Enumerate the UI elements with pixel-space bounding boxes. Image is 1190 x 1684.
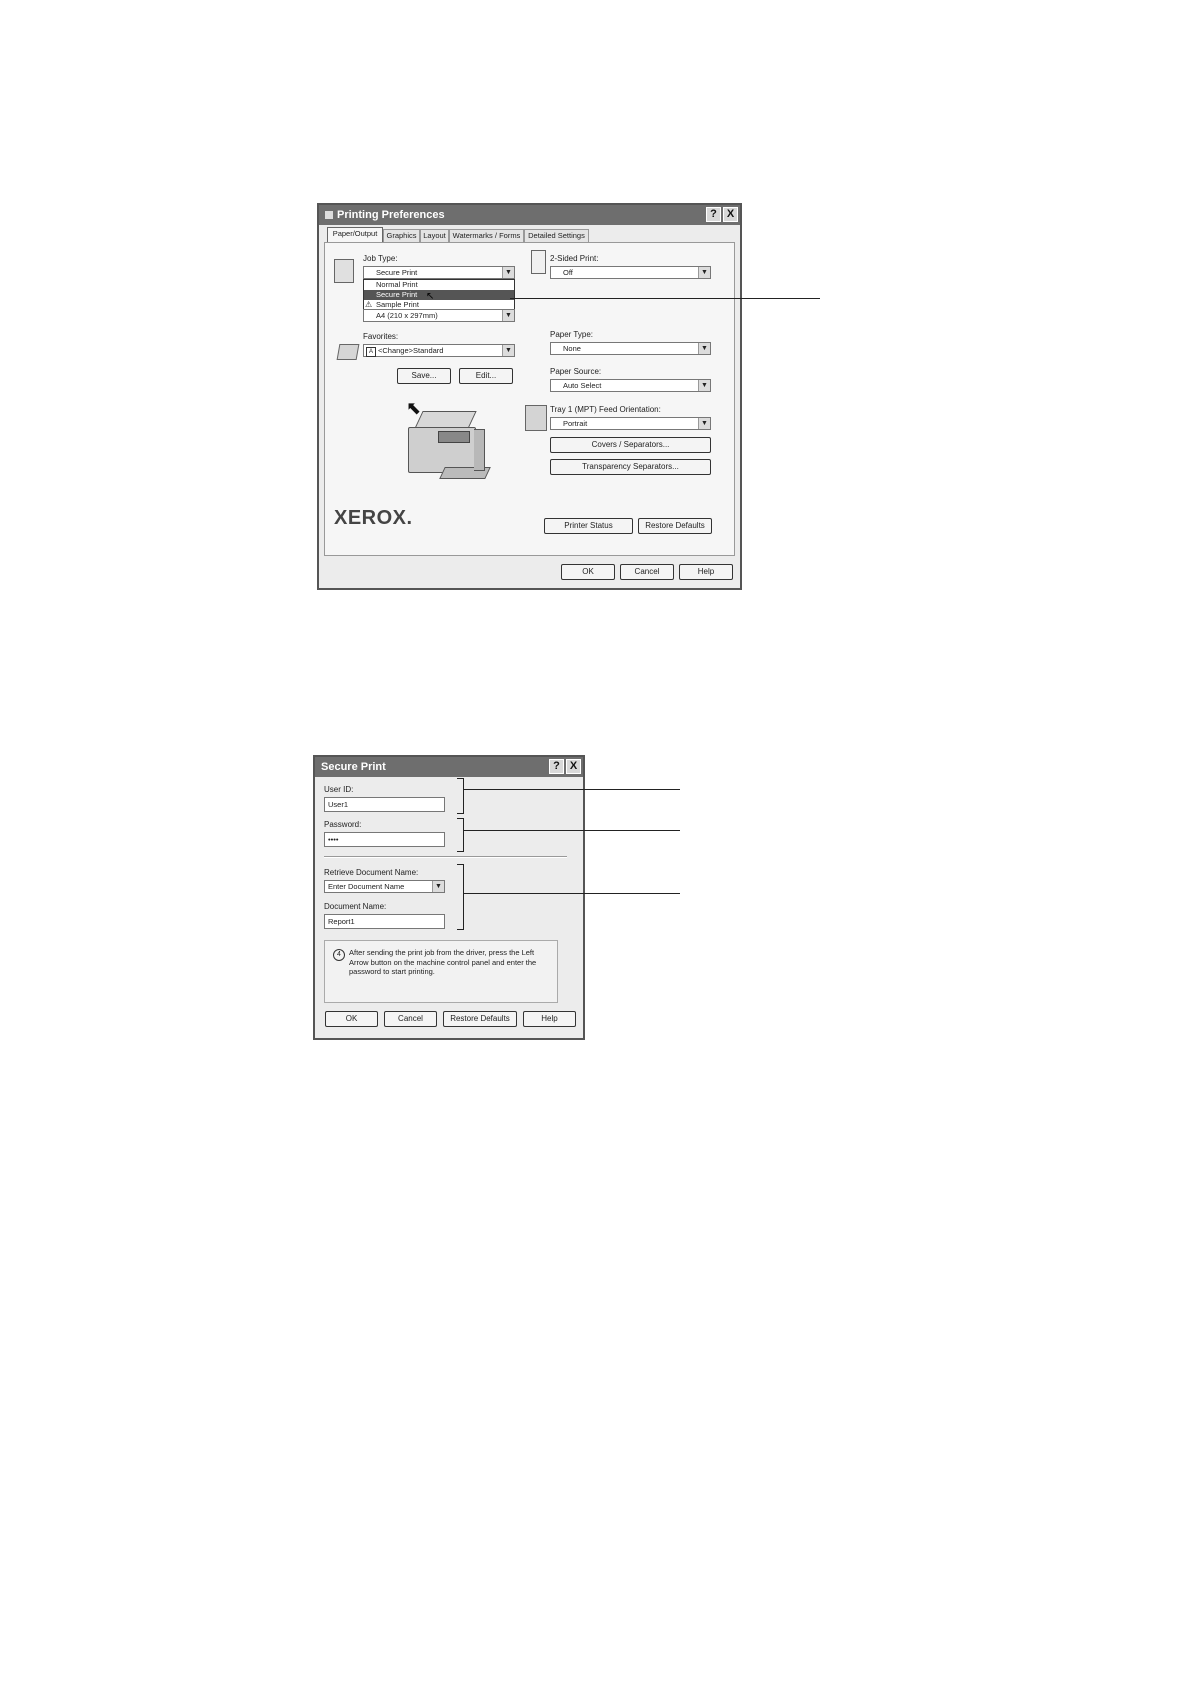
ok-button[interactable]: OK (325, 1011, 378, 1027)
paper-size-value: A4 (210 x 297mm) (376, 311, 438, 320)
paper-source-label: Paper Source: (550, 367, 602, 376)
job-type-icon (334, 259, 354, 283)
retrieve-document-name-value: Enter Document Name (328, 882, 405, 891)
tab-graphics[interactable]: Graphics (383, 229, 420, 242)
close-button[interactable]: X (566, 759, 581, 774)
bracket-user-id (457, 778, 464, 814)
callout-line (464, 830, 680, 831)
close-button[interactable]: X (723, 207, 738, 222)
info-icon: 4 (333, 949, 345, 961)
job-type-dropdown-list: Normal Print Secure Print Sample Print ⚠… (363, 279, 515, 310)
chevron-down-icon[interactable]: ▼ (698, 418, 710, 429)
paper-type-label: Paper Type: (550, 330, 593, 339)
paper-source-select[interactable]: Auto Select ▼ (550, 379, 711, 392)
favorites-label: Favorites: (363, 332, 399, 341)
chevron-down-icon[interactable]: ▼ (432, 881, 444, 892)
dialog-title: Secure Print (321, 761, 386, 773)
save-button[interactable]: Save... (397, 368, 451, 384)
mouse-cursor-icon: ↖ (426, 291, 435, 302)
paper-output-panel: Job Type: Secure Print ▼ Normal Print Se… (324, 242, 735, 556)
job-type-select[interactable]: Secure Print ▼ (363, 266, 515, 279)
cancel-button[interactable]: Cancel (384, 1011, 437, 1027)
covers-separators-button[interactable]: Covers / Separators... (550, 437, 711, 453)
ok-button[interactable]: OK (561, 564, 615, 580)
two-sided-value: Off (563, 268, 573, 277)
password-label: Password: (324, 820, 362, 829)
document-name-label: Document Name: (324, 902, 387, 911)
printer-status-button[interactable]: Printer Status (544, 518, 633, 534)
printing-preferences-dialog: Printing Preferences ? X Paper/Output Gr… (317, 203, 742, 590)
retrieve-document-name-label: Retrieve Document Name: (324, 868, 419, 877)
info-text: After sending the print job from the dri… (349, 948, 537, 976)
two-sided-select[interactable]: Off ▼ (550, 266, 711, 279)
paper-type-select[interactable]: None ▼ (550, 342, 711, 355)
bracket-document (457, 864, 464, 930)
secure-print-dialog: Secure Print ? X User ID: User1 Password… (313, 755, 585, 1040)
printer-illustration: ⬉ (400, 399, 495, 485)
bracket-password (457, 818, 464, 852)
callout-line (464, 789, 680, 790)
callout-line (464, 893, 680, 894)
transparency-separators-button[interactable]: Transparency Separators... (550, 459, 711, 475)
help-title-button[interactable]: ? (549, 759, 564, 774)
cancel-button[interactable]: Cancel (620, 564, 674, 580)
favorites-value: <Change>Standard (378, 346, 444, 355)
tab-paper-output[interactable]: Paper/Output (327, 227, 383, 243)
job-type-label: Job Type: (363, 254, 398, 263)
retrieve-document-name-select[interactable]: Enter Document Name ▼ (324, 880, 445, 893)
dialog-title: Printing Preferences (337, 209, 445, 221)
paper-type-value: None (563, 344, 581, 353)
job-type-option-secure[interactable]: Secure Print (364, 290, 514, 300)
two-sided-label: 2-Sided Print: (550, 254, 599, 263)
job-type-option-normal[interactable]: Normal Print (364, 280, 514, 290)
chevron-down-icon[interactable]: ▼ (502, 310, 514, 321)
feed-orientation-value: Portrait (563, 419, 588, 428)
restore-defaults-button[interactable]: Restore Defaults (443, 1011, 517, 1027)
feed-orientation-select[interactable]: Portrait ▼ (550, 417, 711, 430)
help-button[interactable]: Help (679, 564, 733, 580)
password-field[interactable]: •••• (324, 832, 445, 847)
chevron-down-icon[interactable]: ▼ (698, 380, 710, 391)
callout-line (510, 298, 820, 299)
printer-icon (325, 211, 333, 219)
printer-panel (438, 431, 470, 443)
chevron-down-icon[interactable]: ▼ (502, 267, 514, 278)
printer-side (474, 429, 485, 471)
favorites-select[interactable]: A <Change>Standard ▼ (363, 344, 515, 357)
feed-orientation-label: Tray 1 (MPT) Feed Orientation: (550, 405, 661, 414)
two-sided-icon (531, 250, 546, 274)
dialog-titlebar: Printing Preferences (319, 205, 740, 225)
xerox-logo: XEROX. (334, 507, 413, 529)
restore-defaults-button[interactable]: Restore Defaults (638, 518, 712, 534)
edit-button[interactable]: Edit... (459, 368, 513, 384)
feed-orientation-icon (525, 405, 547, 431)
paper-size-select[interactable]: A4 (210 x 297mm) ▼ (363, 309, 515, 322)
chevron-down-icon[interactable]: ▼ (698, 343, 710, 354)
separator (324, 856, 567, 858)
tab-watermarks-forms[interactable]: Watermarks / Forms (449, 229, 524, 242)
chevron-down-icon[interactable]: ▼ (698, 267, 710, 278)
favorites-badge: A (366, 347, 376, 357)
user-id-label: User ID: (324, 785, 354, 794)
document-name-field[interactable]: Report1 (324, 914, 445, 929)
user-id-field[interactable]: User1 (324, 797, 445, 812)
folder-icon (336, 344, 360, 360)
paper-source-value: Auto Select (563, 381, 602, 390)
info-box: 4 After sending the print job from the d… (324, 940, 558, 1003)
help-button[interactable]: Help (523, 1011, 576, 1027)
tab-layout[interactable]: Layout (420, 229, 449, 242)
arrow-up-left-icon: ⬉ (406, 398, 422, 418)
tab-detailed-settings[interactable]: Detailed Settings (524, 229, 589, 242)
help-title-button[interactable]: ? (706, 207, 721, 222)
chevron-down-icon[interactable]: ▼ (502, 345, 514, 356)
dialog-titlebar: Secure Print (315, 757, 583, 777)
job-type-value: Secure Print (376, 268, 418, 277)
